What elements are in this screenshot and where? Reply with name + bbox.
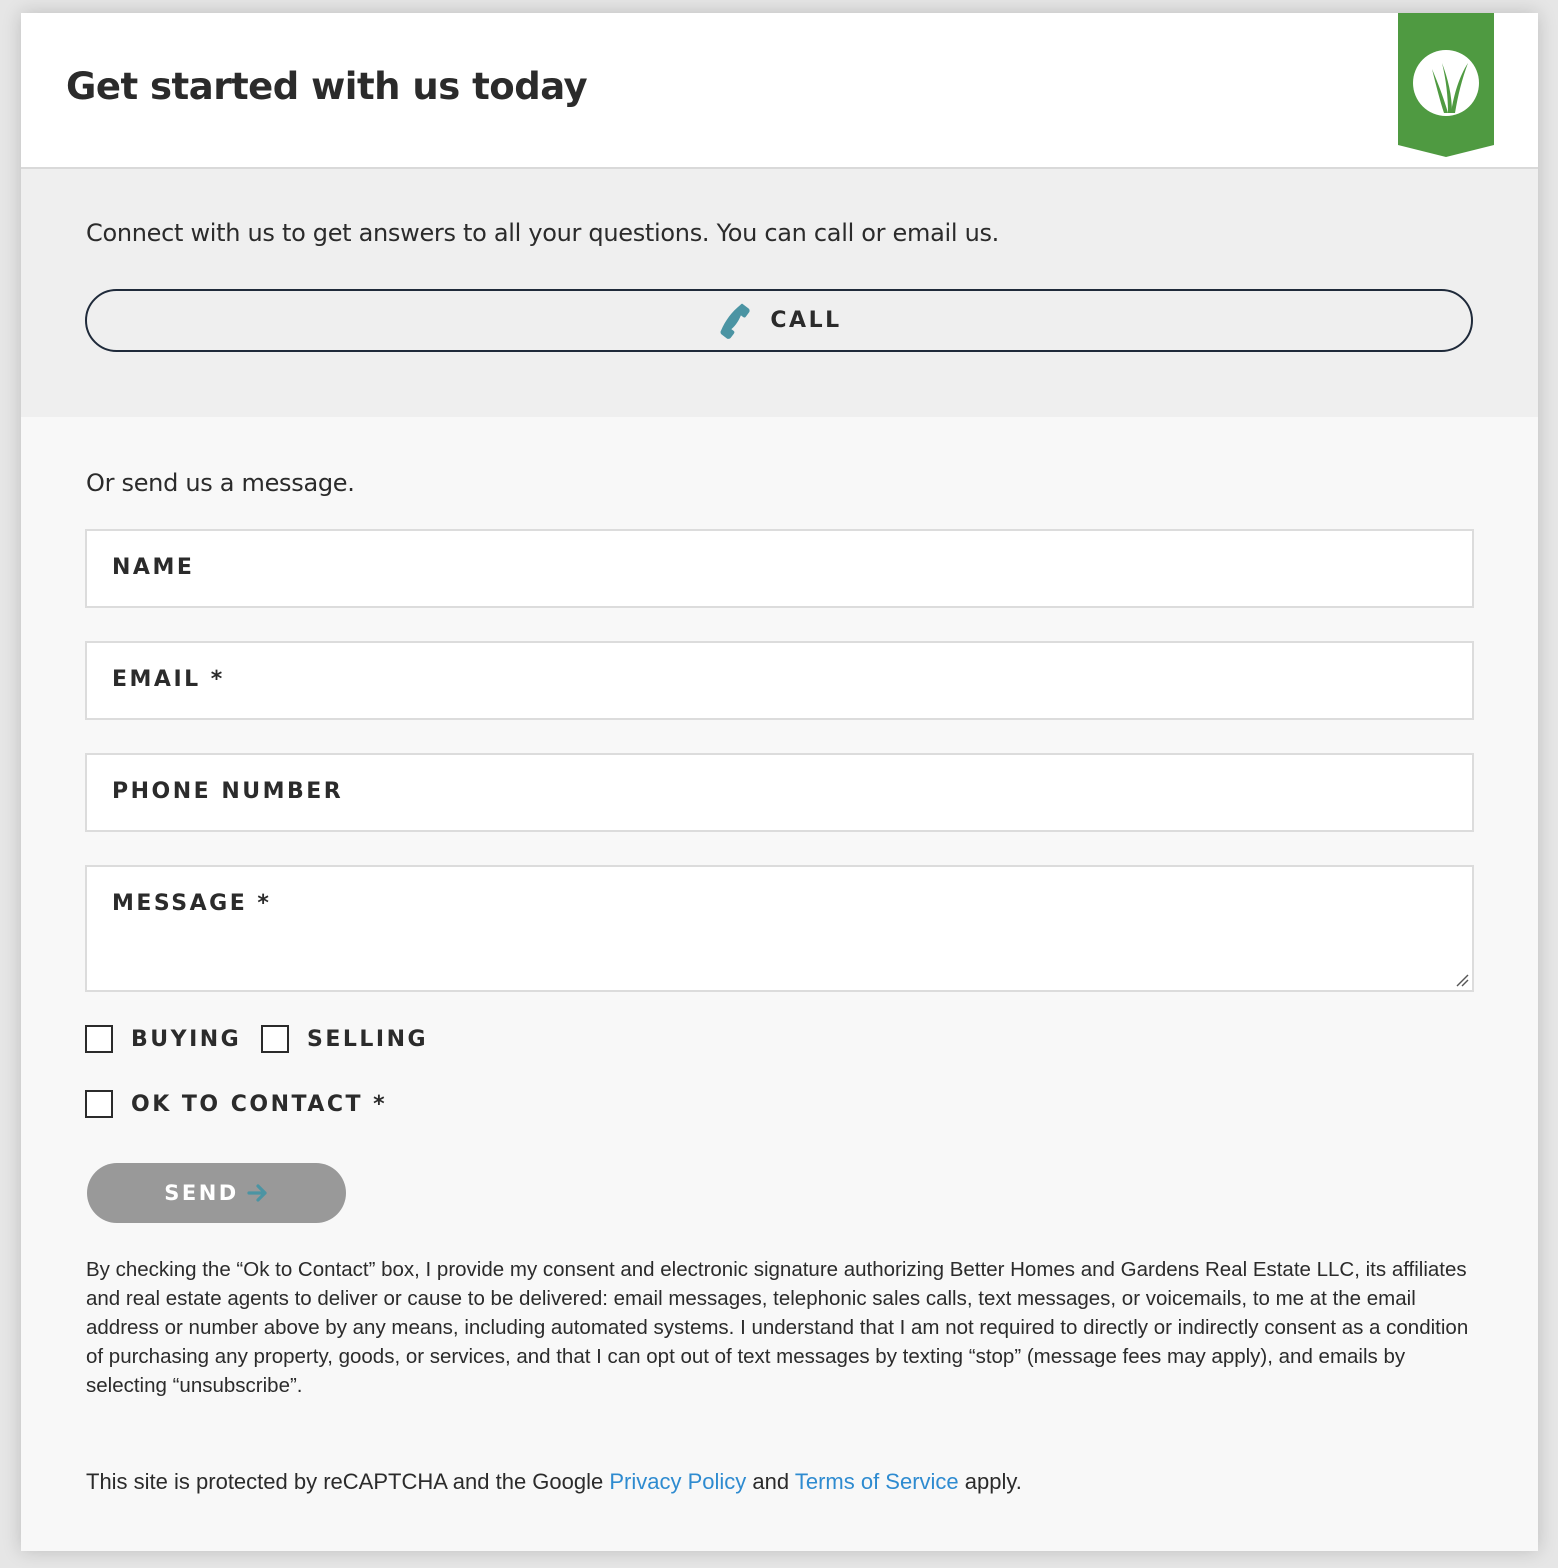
ok-to-contact-label[interactable]: OK TO CONTACT * xyxy=(131,1092,387,1117)
buying-checkbox-row: BUYING xyxy=(85,1025,241,1053)
grass-leaf-logo-icon xyxy=(1398,13,1494,157)
phone-icon xyxy=(720,303,750,339)
name-field-label: NAME xyxy=(112,555,195,580)
message-prompt: Or send us a message. xyxy=(86,469,355,497)
message-field-label: MESSAGE * xyxy=(112,891,272,916)
ok-to-contact-checkbox-row: OK TO CONTACT * xyxy=(85,1090,387,1118)
card-header: Get started with us today xyxy=(21,13,1538,169)
name-field[interactable]: NAME xyxy=(85,529,1474,608)
recaptcha-notice: This site is protected by reCAPTCHA and … xyxy=(86,1469,1022,1495)
recaptcha-suffix: apply. xyxy=(958,1469,1022,1494)
terms-of-service-link[interactable]: Terms of Service xyxy=(795,1469,959,1494)
phone-field-label: PHONE NUMBER xyxy=(112,779,344,804)
call-button-label: CALL xyxy=(770,308,842,333)
send-button[interactable]: SEND xyxy=(87,1163,346,1223)
privacy-policy-link[interactable]: Privacy Policy xyxy=(609,1469,746,1494)
buying-label[interactable]: BUYING xyxy=(131,1027,241,1052)
arrow-right-icon xyxy=(247,1184,267,1202)
selling-checkbox[interactable] xyxy=(261,1025,289,1053)
resize-handle-icon[interactable] xyxy=(1455,973,1469,987)
send-button-label: SEND xyxy=(164,1181,239,1205)
phone-number-field[interactable]: PHONE NUMBER xyxy=(85,753,1474,832)
recaptcha-prefix: This site is protected by reCAPTCHA and … xyxy=(86,1469,610,1494)
selling-label[interactable]: SELLING xyxy=(307,1027,428,1052)
email-field-label: EMAIL * xyxy=(112,667,225,692)
consent-disclaimer: By checking the “Ok to Contact” box, I p… xyxy=(86,1258,1469,1397)
ok-to-contact-checkbox[interactable] xyxy=(85,1090,113,1118)
call-button[interactable]: CALL xyxy=(85,289,1473,352)
page-title: Get started with us today xyxy=(66,65,588,108)
call-intro-text: Connect with us to get answers to all yo… xyxy=(86,219,1000,247)
selling-checkbox-row: SELLING xyxy=(261,1025,428,1053)
email-field[interactable]: EMAIL * xyxy=(85,641,1474,720)
recaptcha-and: and xyxy=(746,1469,795,1494)
contact-card: Get started with us today Connect with u… xyxy=(21,13,1538,1551)
buying-checkbox[interactable] xyxy=(85,1025,113,1053)
message-textarea[interactable]: MESSAGE * xyxy=(85,865,1474,992)
